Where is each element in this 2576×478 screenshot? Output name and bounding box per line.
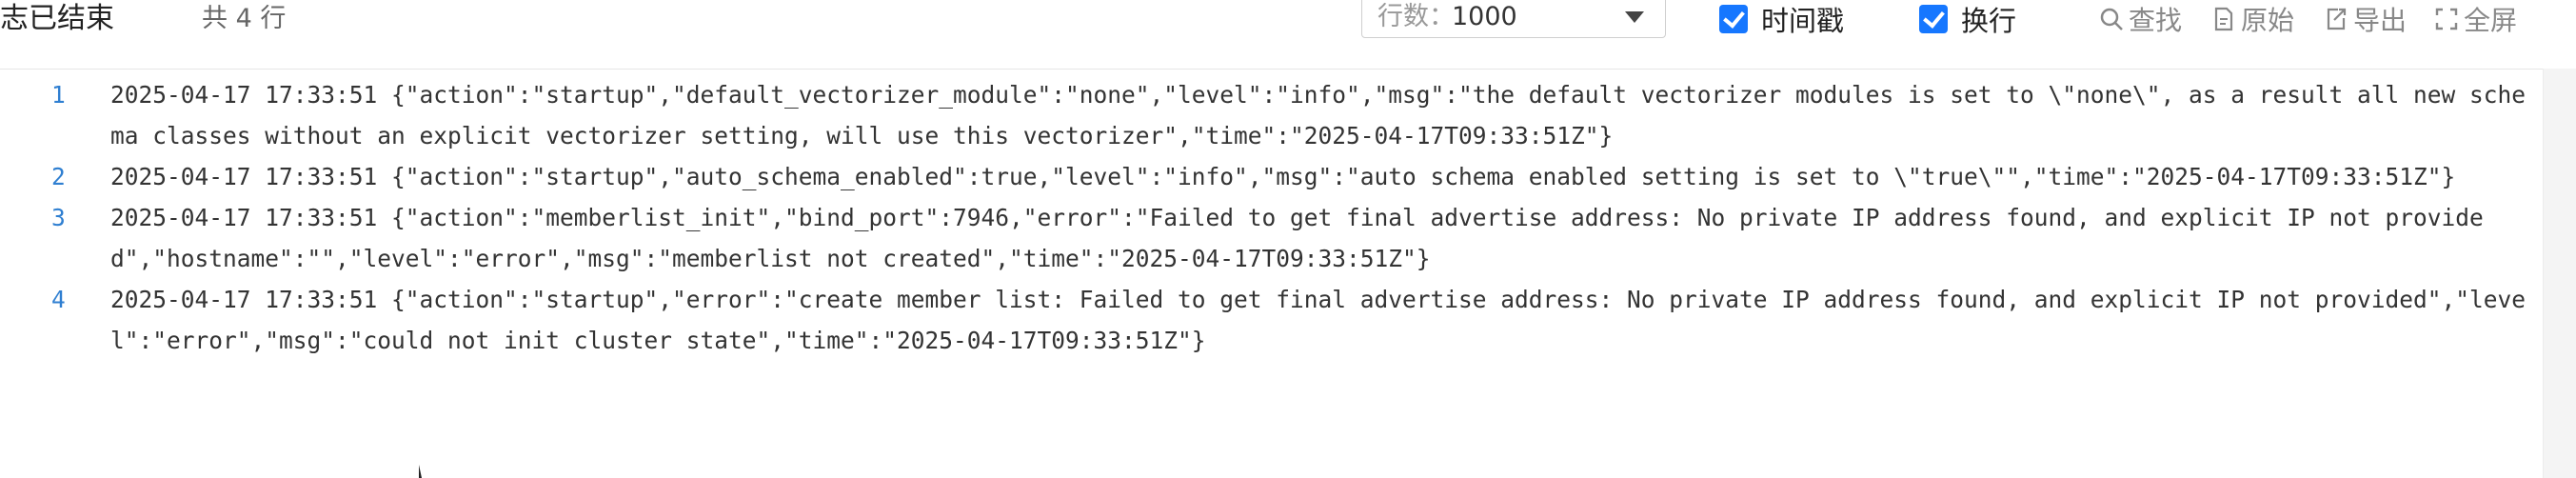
log-line: 1 2025-04-17 17:33:51 {"action":"startup… <box>0 74 2576 156</box>
log-text: 2025-04-17 17:33:51 {"action":"startup",… <box>110 286 2526 354</box>
log-viewer: 1 2025-04-17 17:33:51 {"action":"startup… <box>0 74 2576 361</box>
rows-select[interactable]: 行数： 1000 <box>1361 0 1666 38</box>
fullscreen-label: 全屏 <box>2464 5 2518 36</box>
mouse-cursor-icon <box>419 465 422 478</box>
fullscreen-icon <box>2433 6 2460 32</box>
raw-button[interactable]: 原始 <box>2210 0 2294 38</box>
raw-label: 原始 <box>2241 5 2295 36</box>
rows-select-value: 1000 <box>1452 2 1517 31</box>
wrap-checkbox[interactable]: 换行 <box>1919 2 2017 37</box>
find-label: 查找 <box>2129 5 2183 36</box>
log-line: 3 2025-04-17 17:33:51 {"action":"memberl… <box>0 197 2576 279</box>
export-button[interactable]: 导出 <box>2323 0 2407 38</box>
fullscreen-button[interactable]: 全屏 <box>2433 0 2517 38</box>
vertical-scrollbar[interactable] <box>2543 69 2576 478</box>
line-count: 共 4 行 <box>202 4 287 33</box>
log-text: 2025-04-17 17:33:51 {"action":"startup",… <box>110 163 2456 190</box>
chevron-down-icon <box>1625 11 1644 23</box>
export-label: 导出 <box>2353 5 2408 36</box>
log-text: 2025-04-17 17:33:51 {"action":"memberlis… <box>110 204 2484 272</box>
log-toolbar: 志已结束 共 4 行 行数： 1000 时间戳 换行 查找 原始 导出 全屏 <box>0 0 2576 70</box>
page-title: 志已结束 <box>0 2 114 35</box>
wrap-label: 换行 <box>1961 5 2017 37</box>
document-icon <box>2210 6 2237 32</box>
line-number: 4 <box>51 286 66 313</box>
line-number: 1 <box>51 81 66 109</box>
log-line: 4 2025-04-17 17:33:51 {"action":"startup… <box>0 279 2576 361</box>
rows-select-label: 行数： <box>1377 2 1455 31</box>
find-button[interactable]: 查找 <box>2098 0 2182 38</box>
line-number: 2 <box>51 163 66 190</box>
checkbox-checked-icon <box>1719 5 1748 33</box>
checkbox-checked-icon <box>1919 5 1948 33</box>
search-icon <box>2098 6 2125 32</box>
export-icon <box>2323 6 2349 32</box>
timestamp-label: 时间戳 <box>1761 5 1845 37</box>
line-number: 3 <box>51 204 66 231</box>
log-text: 2025-04-17 17:33:51 {"action":"startup",… <box>110 81 2526 149</box>
timestamp-checkbox[interactable]: 时间戳 <box>1719 2 1845 37</box>
log-line: 2 2025-04-17 17:33:51 {"action":"startup… <box>0 156 2576 197</box>
